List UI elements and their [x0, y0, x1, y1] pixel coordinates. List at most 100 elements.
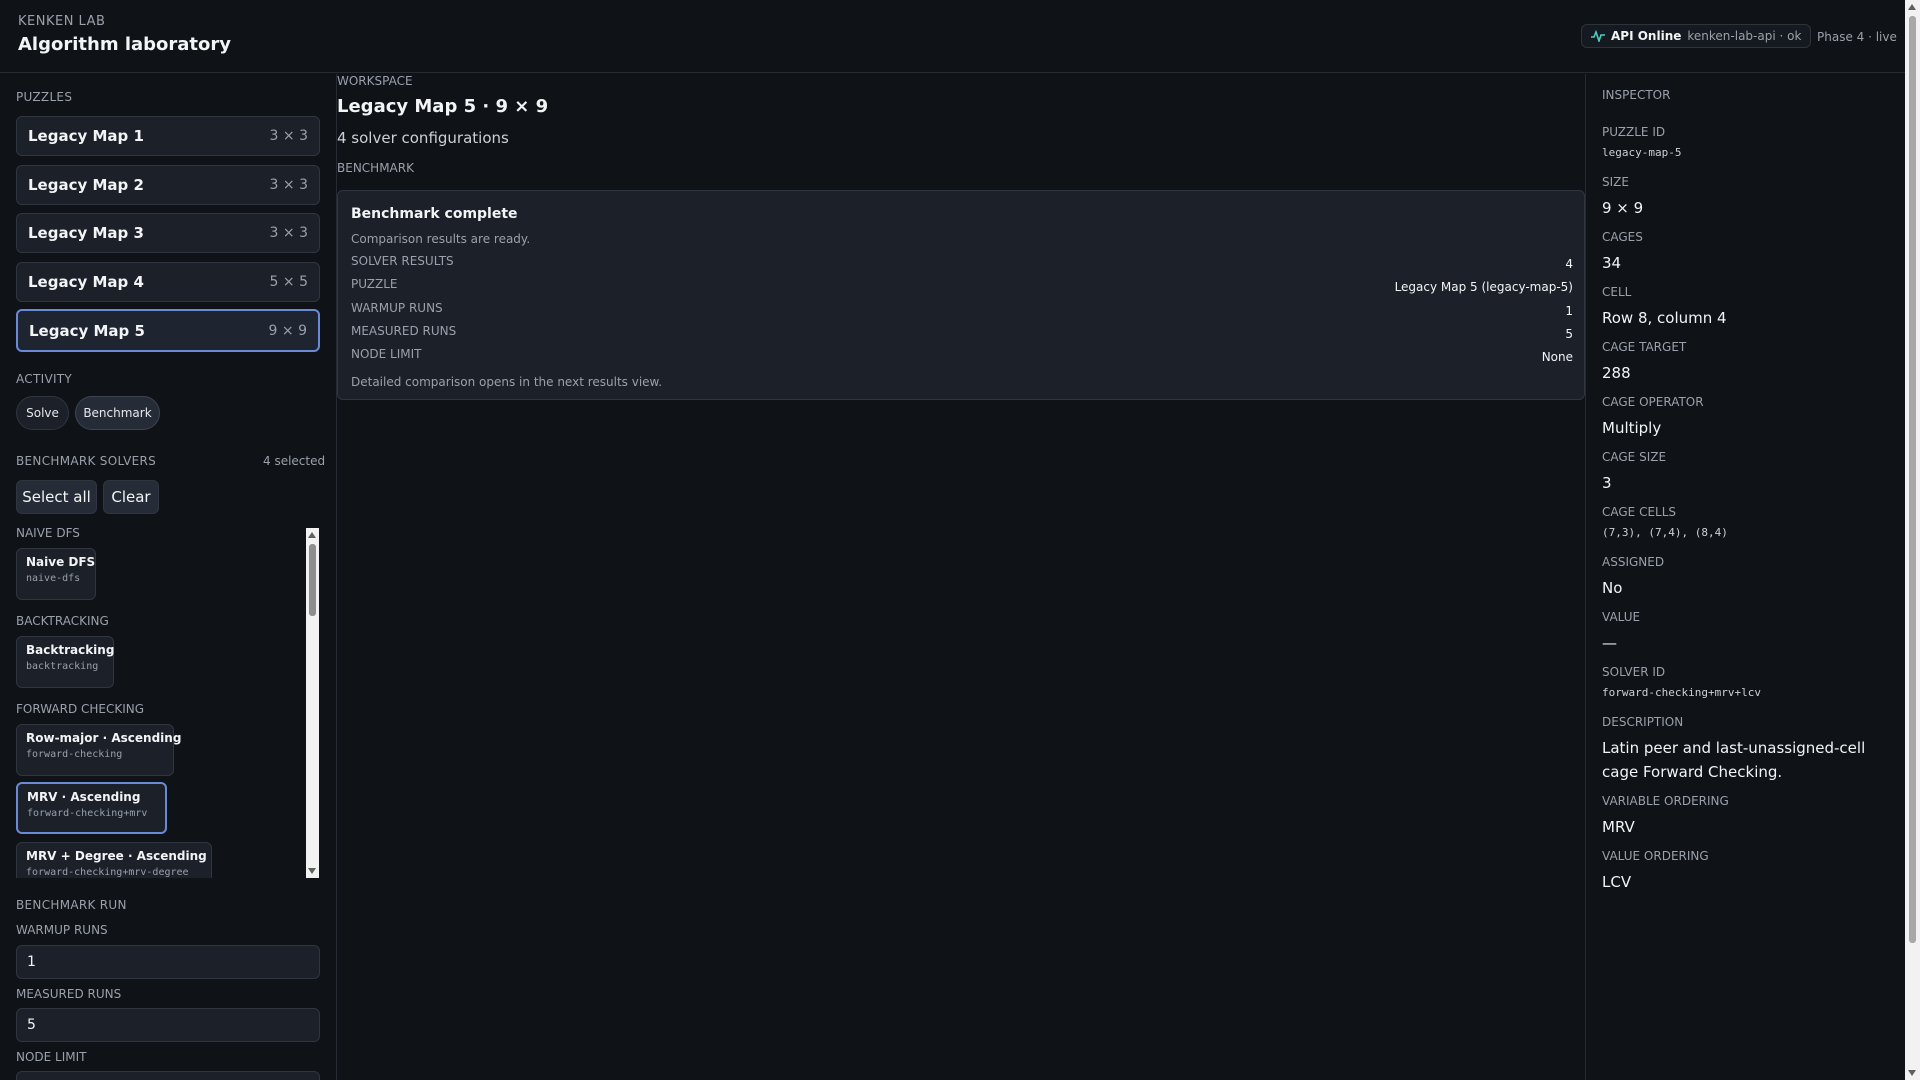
result-value: 5: [1565, 327, 1573, 341]
inspector-value-cage-target: 288: [1602, 364, 1631, 382]
inspector-key-cage-size: CAGE SIZE: [1602, 450, 1667, 464]
inspector-value-cages: 34: [1602, 254, 1622, 272]
solver-name: Row-major · Ascending: [26, 731, 182, 745]
result-key: SOLVER RESULTS: [351, 254, 454, 268]
select-all-button[interactable]: Select all: [16, 480, 97, 514]
puzzle-item-legacy-map-4[interactable]: Legacy Map 4 5 × 5: [16, 262, 320, 302]
solver-name: MRV · Ascending: [27, 790, 141, 804]
puzzle-name: Legacy Map 3: [28, 224, 144, 242]
puzzle-item-legacy-map-3[interactable]: Legacy Map 3 3 × 3: [16, 213, 320, 253]
inspector-key-size: SIZE: [1602, 175, 1629, 189]
activity-solve-chip[interactable]: Solve: [16, 396, 69, 430]
inspector-key-variable-ordering: VARIABLE ORDERING: [1602, 794, 1729, 808]
solver-card-naive-dfs[interactable]: Naive DFS naive-dfs: [16, 548, 96, 600]
benchmark-solvers-heading: BENCHMARK SOLVERS: [16, 454, 157, 468]
result-key: WARMUP RUNS: [351, 301, 443, 315]
puzzle-size: 3 × 3: [269, 177, 308, 193]
inspector-value-assigned: No: [1602, 579, 1623, 597]
inspector-value-solver-id: forward-checking+mrv+lcv: [1602, 686, 1761, 699]
node-limit-label: NODE LIMIT: [16, 1050, 87, 1064]
window-scrollbar[interactable]: [1905, 0, 1920, 1080]
scroll-thumb[interactable]: [309, 544, 316, 616]
app-header: KENKEN LAB Algorithm laboratory API Onli…: [0, 0, 1905, 73]
puzzle-item-legacy-map-2[interactable]: Legacy Map 2 3 × 3: [16, 165, 320, 205]
result-value: Legacy Map 5 (legacy-map-5): [1394, 280, 1573, 294]
solver-card-forward-checking[interactable]: Row-major · Ascending forward-checking: [16, 724, 182, 776]
api-status-badge: API Online kenken-lab-api · ok: [1581, 24, 1812, 48]
inspector-key-value: VALUE: [1602, 610, 1641, 624]
solver-list: NAIVE DFS Naive DFS naive-dfs BACKTRACKI…: [16, 526, 320, 878]
puzzle-size: 3 × 3: [269, 128, 308, 144]
benchmark-result-card: Benchmark complete Comparison results ar…: [337, 190, 1585, 400]
warmup-runs-label: WARMUP RUNS: [16, 923, 108, 937]
workspace-subtitle: 4 solver configurations: [337, 129, 509, 147]
solver-card-backtracking[interactable]: Backtracking backtracking: [16, 636, 114, 688]
workspace-heading: WORKSPACE: [337, 74, 413, 88]
result-row-measured-runs: MEASURED RUNS 5: [351, 324, 1573, 344]
api-status-detail: kenken-lab-api · ok: [1687, 29, 1802, 43]
solver-id: forward-checking+mrv-degree: [26, 867, 189, 878]
inspector-value-puzzle-id: legacy-map-5: [1602, 146, 1682, 159]
solver-id: forward-checking: [26, 749, 123, 760]
puzzle-name: Legacy Map 2: [28, 176, 144, 194]
inspector-value-description: Latin peer and last-unassigned-cell cage…: [1602, 739, 1866, 781]
group-label-naive-dfs: NAIVE DFS: [16, 526, 80, 540]
window-scroll-thumb[interactable]: [1909, 16, 1916, 943]
result-value: 4: [1565, 257, 1573, 271]
phase-indicator: Phase 4 · live: [1817, 30, 1897, 44]
inspector-value-variable-ordering: MRV: [1602, 818, 1635, 836]
result-value: 1: [1565, 304, 1573, 318]
scroll-down-arrow-icon[interactable]: [308, 868, 316, 874]
puzzle-item-legacy-map-1[interactable]: Legacy Map 1 3 × 3: [16, 116, 320, 156]
solver-name: Naive DFS: [26, 555, 96, 569]
activity-benchmark-chip[interactable]: Benchmark: [75, 396, 160, 430]
measured-runs-label: MEASURED RUNS: [16, 987, 122, 1001]
puzzle-name: Legacy Map 5: [29, 321, 145, 340]
warmup-runs-input[interactable]: 1: [16, 945, 320, 979]
puzzle-size: 3 × 3: [269, 225, 308, 241]
result-title: Benchmark complete: [351, 206, 518, 222]
puzzle-name: Legacy Map 1: [28, 127, 144, 145]
inspector-key-cage-target: CAGE TARGET: [1602, 340, 1687, 354]
result-key: NODE LIMIT: [351, 347, 422, 361]
solver-card-forward-checking-mrv-degree[interactable]: MRV + Degree · Ascending forward-checkin…: [16, 842, 212, 878]
solver-id: forward-checking+mrv: [27, 808, 148, 819]
clear-button[interactable]: Clear: [103, 480, 159, 514]
activity-pulse-icon: [1591, 30, 1605, 42]
activity-heading: ACTIVITY: [16, 372, 73, 386]
workspace-title: Legacy Map 5 · 9 × 9: [337, 96, 549, 117]
solver-list-scrollbar[interactable]: [306, 528, 319, 878]
scroll-down-arrow-icon[interactable]: [1908, 1070, 1916, 1076]
result-value: None: [1541, 350, 1573, 364]
benchmark-heading: BENCHMARK: [337, 161, 414, 175]
inspector-value-value-ordering: LCV: [1602, 873, 1632, 891]
inspector-key-cell: CELL: [1602, 285, 1632, 299]
inspector-value-cell: Row 8, column 4: [1602, 309, 1727, 327]
puzzle-size: 9 × 9: [268, 322, 307, 339]
inspector-value-cage-cells: (7,3), (7,4), (8,4): [1602, 526, 1728, 539]
inspector-key-assigned: ASSIGNED: [1602, 555, 1665, 569]
inspector-key-value-ordering: VALUE ORDERING: [1602, 849, 1709, 863]
inspector-key-puzzle-id: PUZZLE ID: [1602, 125, 1666, 139]
inspector-panel: INSPECTOR PUZZLE ID legacy-map-5 SIZE 9 …: [1585, 74, 1905, 1080]
left-sidebar: PUZZLES Legacy Map 1 3 × 3 Legacy Map 2 …: [0, 74, 337, 1080]
result-row-puzzle: PUZZLE Legacy Map 5 (legacy-map-5): [351, 277, 1573, 297]
inspector-value-cage-operator: Multiply: [1602, 419, 1662, 437]
solver-id: naive-dfs: [26, 573, 81, 584]
scroll-up-arrow-icon[interactable]: [1908, 4, 1916, 10]
node-limit-input[interactable]: [16, 1071, 320, 1080]
result-row-solver-results: SOLVER RESULTS 4: [351, 254, 1573, 274]
app-title: Algorithm laboratory: [18, 34, 232, 55]
puzzle-size: 5 × 5: [269, 274, 308, 290]
result-key: MEASURED RUNS: [351, 324, 457, 338]
measured-runs-input[interactable]: 5: [16, 1008, 320, 1042]
inspector-value-value: —: [1602, 634, 1617, 652]
puzzles-heading: PUZZLES: [16, 90, 73, 104]
puzzle-item-legacy-map-5[interactable]: Legacy Map 5 9 × 9: [16, 309, 320, 352]
inspector-key-cages: CAGES: [1602, 230, 1643, 244]
scroll-up-arrow-icon[interactable]: [308, 532, 316, 538]
inspector-value-size: 9 × 9: [1602, 199, 1644, 217]
solver-name: MRV + Degree · Ascending: [26, 849, 207, 863]
api-status-label: API Online: [1611, 29, 1682, 43]
solver-card-forward-checking-mrv[interactable]: MRV · Ascending forward-checking+mrv: [16, 782, 167, 834]
